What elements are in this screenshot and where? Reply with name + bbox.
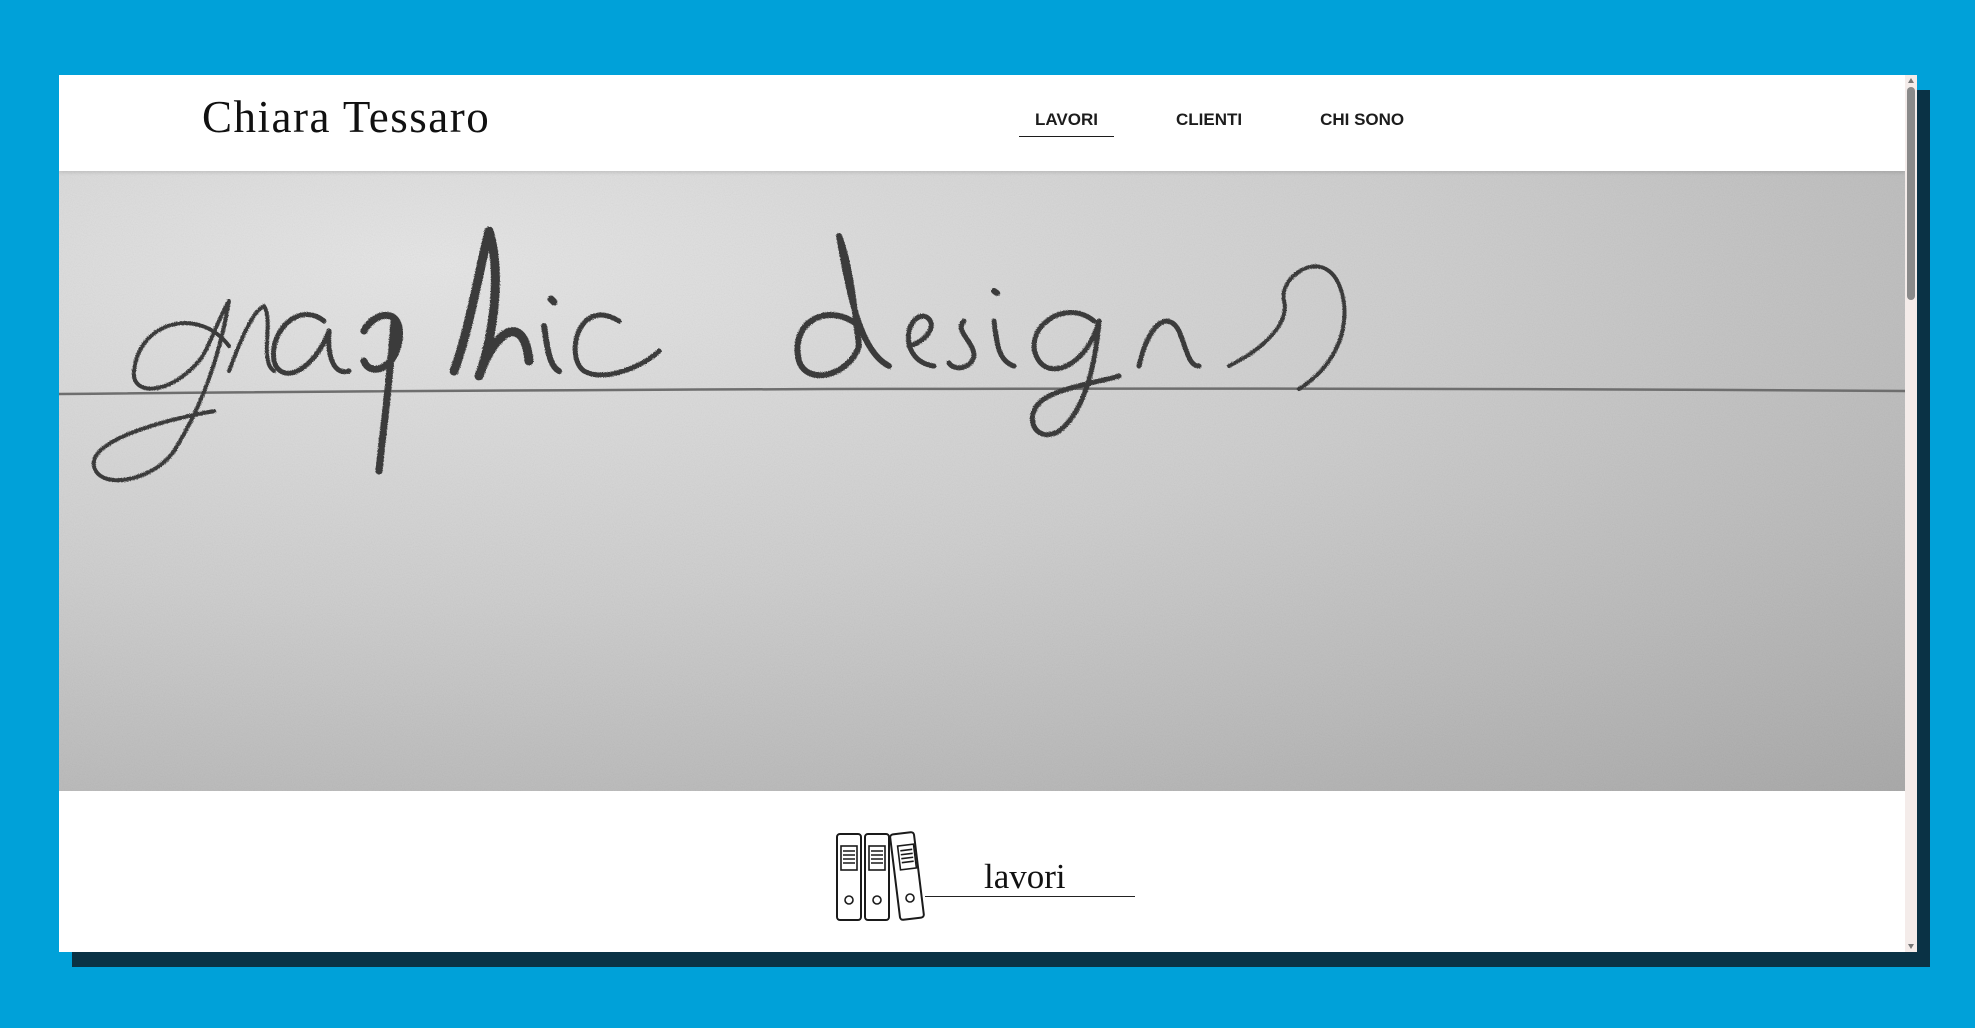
section-title-underline [925,896,1135,897]
nav-item-chi-sono[interactable]: CHI SONO [1304,111,1420,137]
site-header: Chiara Tessaro LAVORI CLIENTI CHI SONO [59,75,1905,171]
main-nav: LAVORI CLIENTI CHI SONO [1019,111,1466,137]
hero-handwriting-picture [59,171,1905,791]
binders-icon [836,831,925,921]
vertical-scrollbar[interactable] [1905,75,1917,952]
section-title: lavori [984,857,1066,896]
browser-window: Chiara Tessaro LAVORI CLIENTI CHI SONO l… [59,75,1917,952]
site-brand[interactable]: Chiara Tessaro [202,95,490,140]
section-heading-lavori: lavori [831,828,1171,928]
scrollbar-thumb[interactable] [1907,87,1915,300]
hero-image [59,171,1905,791]
scroll-down-arrow-icon[interactable] [1908,944,1914,949]
nav-item-lavori[interactable]: LAVORI [1019,111,1114,137]
scroll-up-arrow-icon[interactable] [1908,78,1914,83]
nav-item-clienti[interactable]: CLIENTI [1160,111,1258,137]
